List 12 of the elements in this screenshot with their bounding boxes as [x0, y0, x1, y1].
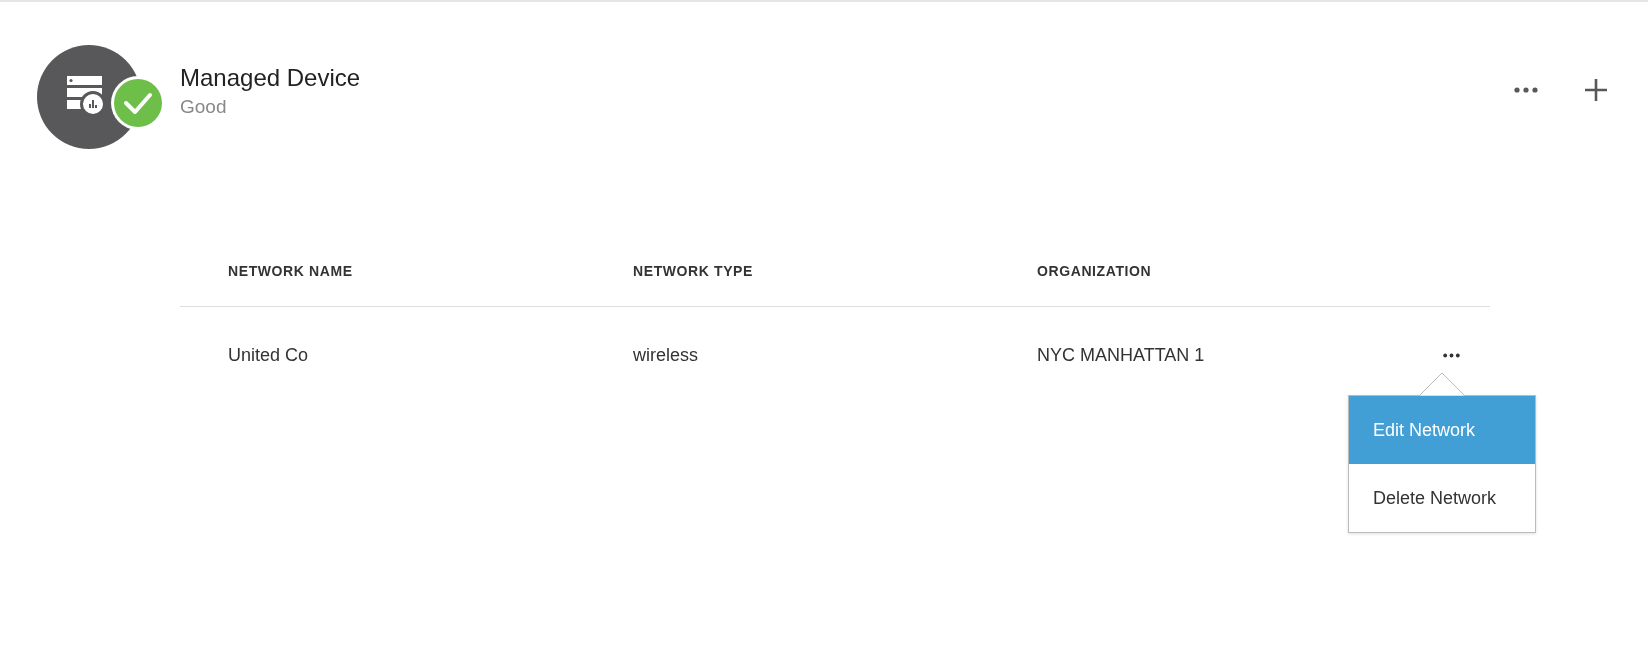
table-cell-text: NYC MANHATTAN 1 — [1037, 345, 1206, 366]
more-icon[interactable] — [1514, 87, 1538, 93]
device-status: Good — [180, 95, 228, 119]
add-icon[interactable] — [1584, 78, 1608, 102]
table-cell-text: United Co — [228, 345, 310, 366]
table-cell-text: wireless — [633, 345, 699, 366]
column-header: ORGANIZATION — [1037, 263, 1153, 279]
device-name: Managed Device — [180, 63, 361, 93]
column-header: NETWORK TYPE — [633, 263, 754, 279]
menu-item[interactable]: Delete Network — [1349, 464, 1535, 532]
row-actions-icon[interactable] — [1443, 353, 1460, 358]
column-header: NETWORK NAME — [228, 263, 354, 279]
